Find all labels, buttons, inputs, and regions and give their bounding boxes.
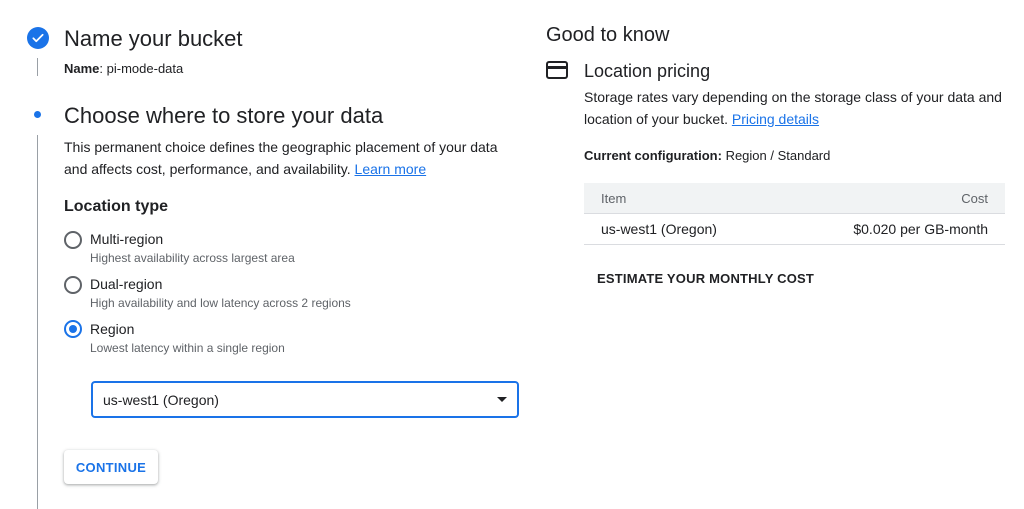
step-current-dot-icon [34,111,41,118]
pricing-details-link[interactable]: Pricing details [732,111,819,127]
step2-title: Choose where to store your data [64,103,384,128]
region-label[interactable]: Region [90,321,134,337]
table-row: us-west1 (Oregon) $0.020 per GB-month [584,214,1005,245]
table-cell-cost: $0.020 per GB-month [853,221,988,237]
step2-description: This permanent choice defines the geogra… [64,136,509,180]
dual-region-description: High availability and low latency across… [90,296,351,310]
bucket-name-summary: Name: pi-mode-data [64,61,184,76]
pricing-description: Storage rates vary depending on the stor… [584,86,1009,130]
location-pricing-title: Location pricing [584,61,711,81]
column-header-cost: Cost [961,190,988,206]
description-text: This permanent choice defines the geogra… [64,139,498,177]
credit-card-icon [546,61,568,79]
multi-region-description: Highest availability across largest area [90,251,295,265]
radio-region[interactable] [64,320,82,338]
learn-more-link[interactable]: Learn more [355,161,427,177]
radio-dual-region[interactable] [64,276,82,294]
stepper-line [37,58,38,76]
column-header-item: Item [601,190,627,206]
pricing-table: Item Cost us-west1 (Oregon) $0.020 per G… [584,183,1005,245]
table-header: Item Cost [584,183,1005,214]
radio-multi-region[interactable] [64,231,82,249]
bucket-name-label: Name [64,61,100,76]
step1-title: Name your bucket [64,26,243,51]
region-select[interactable]: us-west1 (Oregon) [91,381,519,418]
step-complete-check-icon [27,27,49,49]
config-label: Current configuration: [584,148,722,163]
config-value: Region / Standard [725,148,831,163]
caret-down-icon [497,397,507,402]
good-to-know-heading: Good to know [546,24,670,46]
table-cell-item: us-west1 (Oregon) [601,221,717,237]
dual-region-label[interactable]: Dual-region [90,276,162,292]
radio-selected-dot [69,325,77,333]
region-select-value: us-west1 (Oregon) [103,391,219,408]
continue-button[interactable]: CONTINUE [64,450,158,484]
estimate-monthly-cost-button[interactable]: ESTIMATE YOUR MONTHLY COST [597,271,814,286]
bucket-name-value: pi-mode-data [106,61,184,76]
region-description: Lowest latency within a single region [90,341,285,355]
stepper-line [37,135,38,509]
location-type-heading: Location type [64,198,169,215]
current-configuration: Current configuration: Region / Standard [584,148,830,163]
multi-region-label[interactable]: Multi-region [90,231,163,247]
